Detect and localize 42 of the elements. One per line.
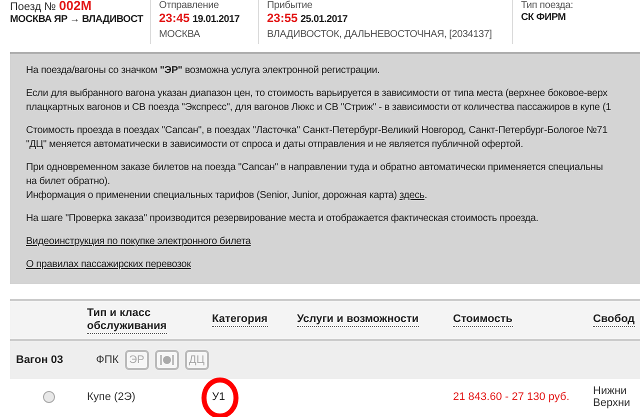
service-badge: ДЦ [184, 350, 209, 370]
info-link[interactable]: Видеоинструкция по покупке электронного билета [26, 236, 251, 247]
seat-type: Верхни [593, 397, 632, 409]
info-text: на билет обратно). [26, 175, 111, 189]
category: У1 [212, 391, 226, 403]
here-link[interactable]: здесь [399, 190, 424, 201]
info-text: На поезда/вагоны со значком "ЭР" возможна услуга электронной регистрации. [26, 64, 381, 78]
departure-date: 19.01.2017 [192, 14, 240, 25]
info-text: "ДЦ" меняется автоматически в зависимости от спроса и даты отправления и не является публичной офертой. [26, 138, 524, 152]
info-text: При одновременном заказе билетов на поезда "Сапсан" в направлении туда и обратно автоматически применяется специальны [26, 161, 604, 175]
info-link[interactable]: О правилах пассажирских перевозок [26, 259, 191, 270]
service-badge: ЭР [124, 350, 149, 370]
meal-icon [154, 350, 179, 370]
arrival-station: ВЛАДИВОСТОК, ДАЛЬНЕВОСТОЧНАЯ, [2034137] [267, 29, 493, 41]
departure-time: 23:45 [159, 11, 190, 25]
train-type-label: Тип поезда: [521, 0, 574, 12]
price: 21 843.60 - 27 130 руб. [453, 391, 570, 403]
car-type: Купе (2Э) [87, 391, 136, 403]
train-number-label: Поезд № [10, 1, 57, 13]
info-text: . [424, 190, 428, 201]
departure-label: Отправление [159, 0, 220, 12]
carrier: ФПК [96, 354, 119, 366]
radio-button[interactable] [42, 391, 54, 403]
seat-type: Нижни [593, 385, 628, 397]
info-text: На шаге "Проверка заказа" производится резервирование места и отображается фактическая стоимость проезда. [26, 212, 540, 226]
column-header[interactable]: Тип и класс обслуживания [87, 306, 167, 334]
column-header[interactable]: Категория [212, 313, 268, 327]
arrival-time: 23:55 [267, 11, 298, 25]
column-header[interactable]: Услуги и возможности [297, 313, 419, 327]
wagon-number: Вагон 03 [16, 354, 64, 366]
info-text: Если для выбранного вагона указан диапазон цен, то стоимость варьируется в зависимости от типа места (верхнее боковое-верх [26, 87, 608, 101]
train-number: 002М [59, 0, 92, 13]
departure-station: МОСКВА [159, 29, 201, 41]
info-text: Стоимость проезда в поездах "Сапсан", в поездах "Ласточка" Санкт-Петербург-Великий Новгород, Санкт-Петербург-Бологое №71 [26, 124, 609, 138]
arrival-label: Прибытие [267, 0, 314, 12]
info-text: плацкартных вагонов и СВ поезда "Экспресс", для вагонов Люкс и СВ "Стриж" - в зависимости от количества пассажиров в купе (1 [26, 101, 612, 115]
arrival-date: 25.01.2017 [300, 14, 348, 25]
column-header[interactable]: Свобод [593, 313, 635, 327]
route: МОСКВА ЯР → ВЛАДИВОСТ [10, 14, 144, 26]
column-header[interactable]: Стоимость [453, 313, 513, 327]
train-type: СК ФИРМ [521, 12, 567, 24]
info-text: Информация о применении специальных тарифов (Senior, Junior, дорожная карта) [26, 190, 397, 201]
